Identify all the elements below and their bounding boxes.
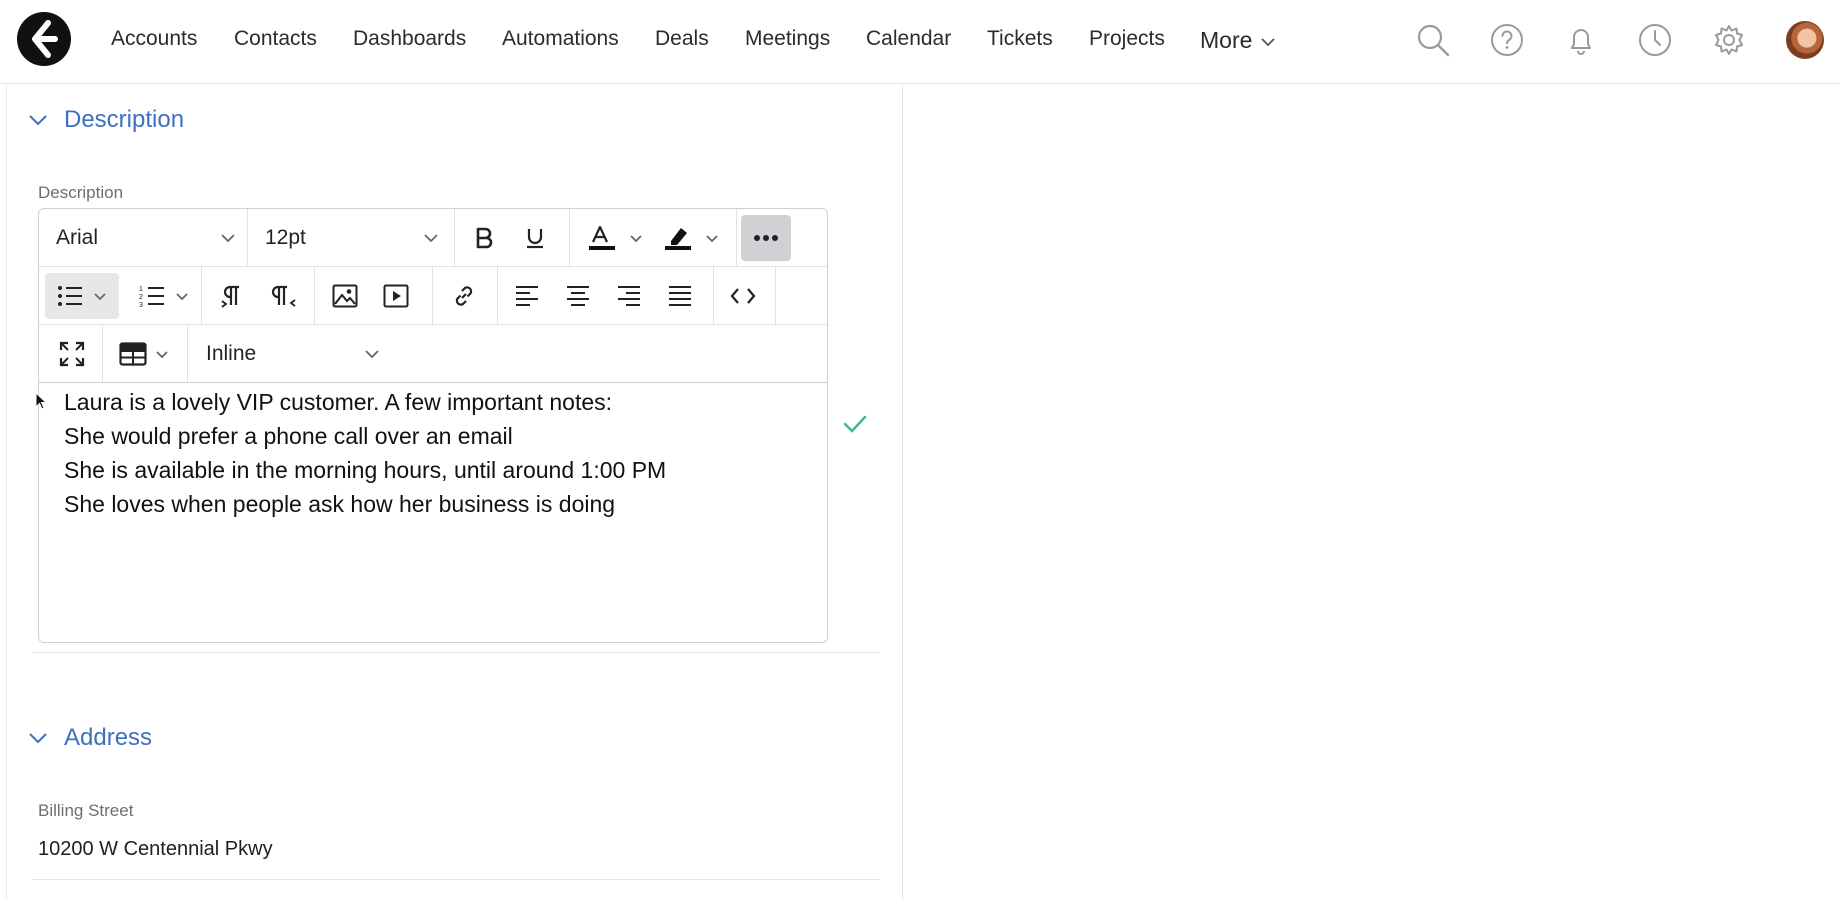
align-left-button[interactable] [505,273,549,319]
chevron-down-icon [28,732,64,744]
toolbar-row-2: 123 [39,267,827,325]
align-right-button[interactable] [607,273,651,319]
field-divider [32,879,880,880]
align-left-icon [515,285,539,307]
help-icon[interactable] [1489,22,1525,58]
bold-icon [472,226,496,250]
insert-link-button[interactable] [442,273,486,319]
clock-icon[interactable] [1637,22,1673,58]
search-icon[interactable] [1415,22,1451,58]
chevron-down-icon [423,233,439,243]
align-justify-button[interactable] [658,273,702,319]
paragraph-ltr-icon [219,283,245,309]
paragraph-rtl-icon [271,283,297,309]
more-tools-button[interactable] [741,215,791,261]
underline-button[interactable] [513,215,557,261]
align-right-icon [617,285,641,307]
description-field-label: Description [38,183,124,202]
align-center-button[interactable] [556,273,600,319]
numbered-list-icon: 123 [139,284,165,308]
nav-deals[interactable]: Deals [655,24,709,54]
editor-content-area[interactable]: Laura is a lovely VIP customer. A few im… [64,385,804,521]
content-line: She would prefer a phone call over an em… [64,423,513,449]
bell-icon[interactable] [1563,22,1599,58]
section-divider [32,652,880,653]
chevron-down-icon [629,234,643,243]
address-section-title: Address [64,724,153,751]
insert-image-button[interactable] [323,273,367,319]
content-line: She loves when people ask how her busine… [64,491,616,517]
panel-divider [902,85,903,900]
user-avatar[interactable] [1786,21,1824,59]
font-size-value: 12pt [265,225,306,249]
toolbar-row-1: Arial 12pt [39,209,827,267]
font-size-select[interactable]: 12pt [265,209,439,266]
nav-accounts[interactable]: Accounts [111,24,197,54]
table-icon [119,342,147,366]
text-color-icon [587,224,617,252]
bold-button[interactable] [462,215,506,261]
code-icon [730,287,756,305]
nav-more-menu[interactable]: More [1200,25,1276,55]
image-icon [332,284,358,308]
svg-text:2: 2 [139,294,143,301]
align-center-icon [566,285,590,307]
bullet-list-button[interactable] [45,273,119,319]
font-family-select[interactable]: Arial [56,209,236,266]
highlight-color-button[interactable] [655,215,727,261]
text-color-button[interactable] [579,215,651,261]
left-border [6,85,7,900]
description-section-title: Description [64,106,185,133]
nav-meetings[interactable]: Meetings [745,24,830,54]
ltr-direction-button[interactable] [210,273,254,319]
save-check-icon[interactable] [842,414,868,434]
chevron-down-icon [28,114,64,126]
nav-automations[interactable]: Automations [502,24,619,54]
ellipsis-icon [753,234,779,242]
address-section-toggle[interactable]: Address [28,724,152,752]
chevron-down-icon [705,234,719,243]
align-justify-icon [668,285,692,307]
table-button[interactable] [111,331,177,377]
content-line: She is available in the morning hours, u… [64,457,667,483]
underline-icon [523,226,547,250]
toolbar-row-3: Inline [39,325,827,383]
rtl-direction-button[interactable] [262,273,306,319]
brand-logo-icon[interactable] [17,12,71,66]
bullet-list-icon [57,284,83,308]
numbered-list-button[interactable]: 123 [127,273,201,319]
description-section-toggle[interactable]: Description [28,106,184,134]
chevron-down-icon [175,292,189,301]
editor-mode-value: Inline [206,341,257,365]
billing-street-label: Billing Street [38,801,134,820]
source-code-button[interactable] [721,273,765,319]
chevron-down-icon [220,233,236,243]
svg-text:1: 1 [139,286,143,293]
editor-mode-select[interactable]: Inline [206,325,380,382]
mouse-pointer-icon [35,392,47,410]
nav-calendar[interactable]: Calendar [866,24,951,54]
fullscreen-button[interactable] [49,331,95,377]
nav-contacts[interactable]: Contacts [234,24,317,54]
link-icon [451,283,477,309]
content-line: Laura is a lovely VIP customer. A few im… [64,389,613,415]
chevron-down-icon [155,350,169,359]
chevron-down-icon [1252,33,1276,47]
nav-tickets[interactable]: Tickets [987,24,1053,54]
rich-text-editor: Arial 12pt 1 2 3 Inline Laura is a lovel… [38,208,828,643]
nav-dashboards[interactable]: Dashboards [353,24,466,54]
highlighter-icon [663,224,693,252]
svg-text:3: 3 [139,302,143,308]
nav-projects[interactable]: Projects [1089,24,1165,54]
insert-media-button[interactable] [374,273,418,319]
font-family-value: Arial [56,225,99,249]
video-icon [383,284,409,308]
billing-street-value[interactable]: 10200 W Centennial Pkwy [38,838,273,861]
top-navigation-bar: Accounts Contacts Dashboards Automations… [0,0,1840,84]
fullscreen-icon [59,341,85,367]
chevron-down-icon [93,292,107,301]
gear-icon[interactable] [1711,22,1747,58]
nav-more-label: More [1200,27,1253,53]
chevron-down-icon [364,349,380,359]
